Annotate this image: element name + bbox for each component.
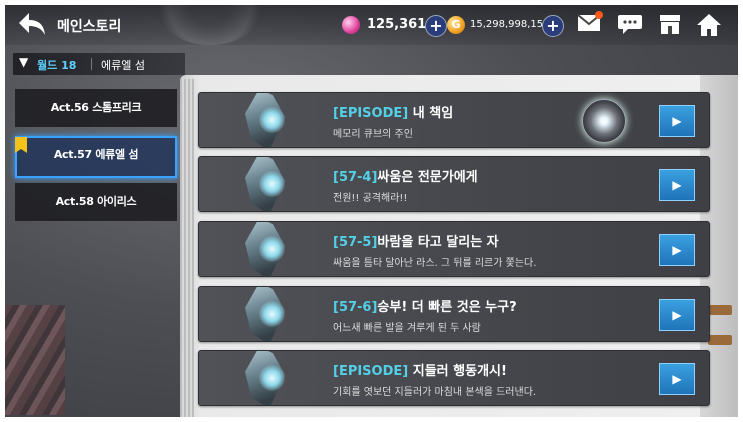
chevron-down-icon: ▼	[19, 55, 29, 69]
play-button[interactable]: ▶	[659, 234, 695, 266]
add-gold-button[interactable]: +	[542, 15, 564, 37]
mail-icon[interactable]	[575, 11, 603, 37]
back-arrow-icon[interactable]	[15, 11, 49, 39]
gold-count: 15,298,998,151	[470, 19, 550, 30]
quest-thumbnail	[237, 222, 297, 276]
play-button[interactable]: ▶	[659, 299, 695, 331]
quest-row[interactable]: [EPISODE] 지들러 행동개시! 기회를 엿보던 지들러가 마침내 본색을…	[198, 350, 710, 406]
quest-title: [57-4]싸움은 전문가에게	[333, 170, 478, 185]
world-selector[interactable]: ▼ 월드 18 에류엘 섬	[13, 53, 185, 75]
gem-icon	[342, 16, 360, 34]
play-button[interactable]: ▶	[659, 363, 695, 395]
quest-thumbnail	[237, 287, 297, 341]
act-tab-56[interactable]: Act.56 스톰프리크	[15, 89, 177, 127]
quest-thumbnail	[237, 351, 297, 405]
quest-thumbnail	[237, 93, 297, 147]
act-tab-57[interactable]: Act.57 에류엘 섬	[15, 136, 177, 178]
gem-count: 125,361	[367, 17, 427, 32]
world-label: 월드 18	[37, 59, 77, 72]
play-button[interactable]: ▶	[659, 169, 695, 201]
quest-thumbnail	[237, 157, 297, 211]
play-button[interactable]: ▶	[659, 105, 695, 137]
game-screen: 메인스토리 125,361 + G 15,298,998,151 + ▼ 월드 …	[5, 5, 738, 417]
quest-row[interactable]: [57-5]바람을 타고 달리는 자 싸움을 틈타 달아난 라스. 그 뒤를 리…	[198, 221, 710, 277]
quest-subtitle: 싸움을 틈타 달아난 라스. 그 뒤를 리르가 쫓는다.	[333, 258, 537, 269]
top-bar: 메인스토리 125,361 + G 15,298,998,151 +	[5, 5, 738, 45]
quest-subtitle: 기회를 엿보던 지들러가 마침내 본색을 드러낸다.	[333, 387, 537, 398]
mail-notification-dot	[595, 11, 603, 19]
quest-row[interactable]: [EPISODE] 내 책임 메모리 큐브의 주인 ▶	[198, 92, 710, 148]
page-title: 메인스토리	[57, 19, 122, 35]
page-edge	[180, 79, 194, 417]
gold-coin-icon: G	[447, 16, 465, 34]
book-bookmark	[708, 335, 732, 345]
quest-subtitle: 전원!! 공격해라!!	[333, 193, 408, 204]
act-tab-58[interactable]: Act.58 아이리스	[15, 183, 177, 221]
quest-title: [57-5]바람을 타고 달리는 자	[333, 235, 499, 250]
quest-row[interactable]: [57-6]승부! 더 빠른 것은 누구? 어느새 빠른 발을 겨루게 된 두 …	[198, 286, 710, 342]
chat-icon[interactable]	[616, 13, 644, 37]
add-gem-button[interactable]: +	[425, 15, 447, 37]
quest-title: [57-6]승부! 더 빠른 것은 누구?	[333, 300, 517, 315]
divider	[91, 58, 92, 70]
quest-subtitle: 메모리 큐브의 주인	[333, 129, 413, 140]
desk-pencil	[5, 305, 65, 415]
world-name: 에류엘 섬	[101, 59, 145, 72]
home-icon[interactable]	[695, 13, 723, 37]
quest-subtitle: 어느새 빠른 발을 겨루게 된 두 사람	[333, 323, 481, 334]
shop-icon[interactable]	[656, 13, 684, 37]
quest-row[interactable]: [57-4]싸움은 전문가에게 전원!! 공격해라!! ▶	[198, 156, 710, 212]
quest-title: [EPISODE] 지들러 행동개시!	[333, 364, 507, 379]
quest-title: [EPISODE] 내 책임	[333, 106, 454, 121]
book-bookmark	[708, 305, 732, 315]
memory-cube-orb-icon	[582, 99, 626, 143]
